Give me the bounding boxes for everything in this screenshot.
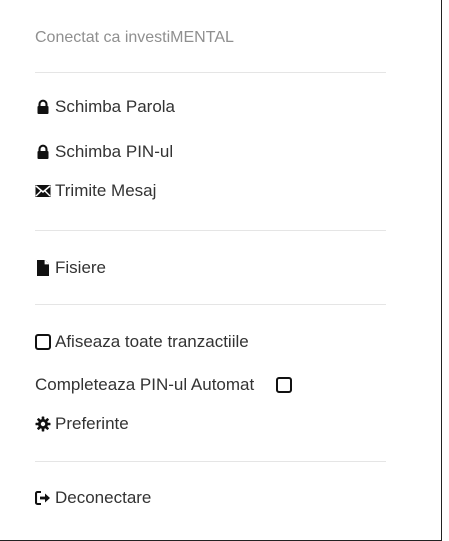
divider <box>35 461 386 462</box>
auto-fill-pin-label: Completeaza PIN-ul Automat <box>35 375 255 394</box>
show-all-transactions-label: Afiseaza toate tranzactiile <box>55 332 249 351</box>
user-dropdown-menu: Conectat ca investiMENTAL Schimba Parola… <box>0 0 442 541</box>
logout-menu-item[interactable]: Deconectare <box>35 489 151 506</box>
checkbox-icon[interactable] <box>35 333 51 350</box>
divider <box>35 72 386 73</box>
change-password-menu-item[interactable]: Schimba Parola <box>35 98 175 115</box>
send-message-menu-item[interactable]: Trimite Mesaj <box>35 182 156 199</box>
divider <box>35 304 386 305</box>
envelope-icon <box>35 183 51 199</box>
auto-fill-pin-menu-item[interactable]: Completeaza PIN-ul Automat <box>35 376 296 393</box>
preferences-label: Preferinte <box>55 414 129 433</box>
change-pin-label: Schimba PIN-ul <box>55 142 174 161</box>
show-all-transactions-menu-item[interactable]: Afiseaza toate tranzactiile <box>35 333 249 350</box>
files-label: Fisiere <box>55 258 107 277</box>
connected-as-label: Conectat ca investiMENTAL <box>35 29 234 46</box>
divider <box>35 230 386 231</box>
lock-icon <box>35 99 51 115</box>
change-pin-menu-item[interactable]: Schimba PIN-ul <box>35 143 173 160</box>
change-password-label: Schimba Parola <box>55 97 176 116</box>
lock-icon <box>35 144 51 160</box>
logout-label: Deconectare <box>55 488 152 507</box>
sign-out-icon <box>35 490 51 506</box>
preferences-menu-item[interactable]: Preferinte <box>35 415 129 432</box>
gear-icon <box>35 416 51 432</box>
checkbox-icon[interactable] <box>276 376 293 393</box>
file-icon <box>35 259 51 276</box>
files-menu-item[interactable]: Fisiere <box>35 259 106 276</box>
send-message-label: Trimite Mesaj <box>55 181 157 200</box>
